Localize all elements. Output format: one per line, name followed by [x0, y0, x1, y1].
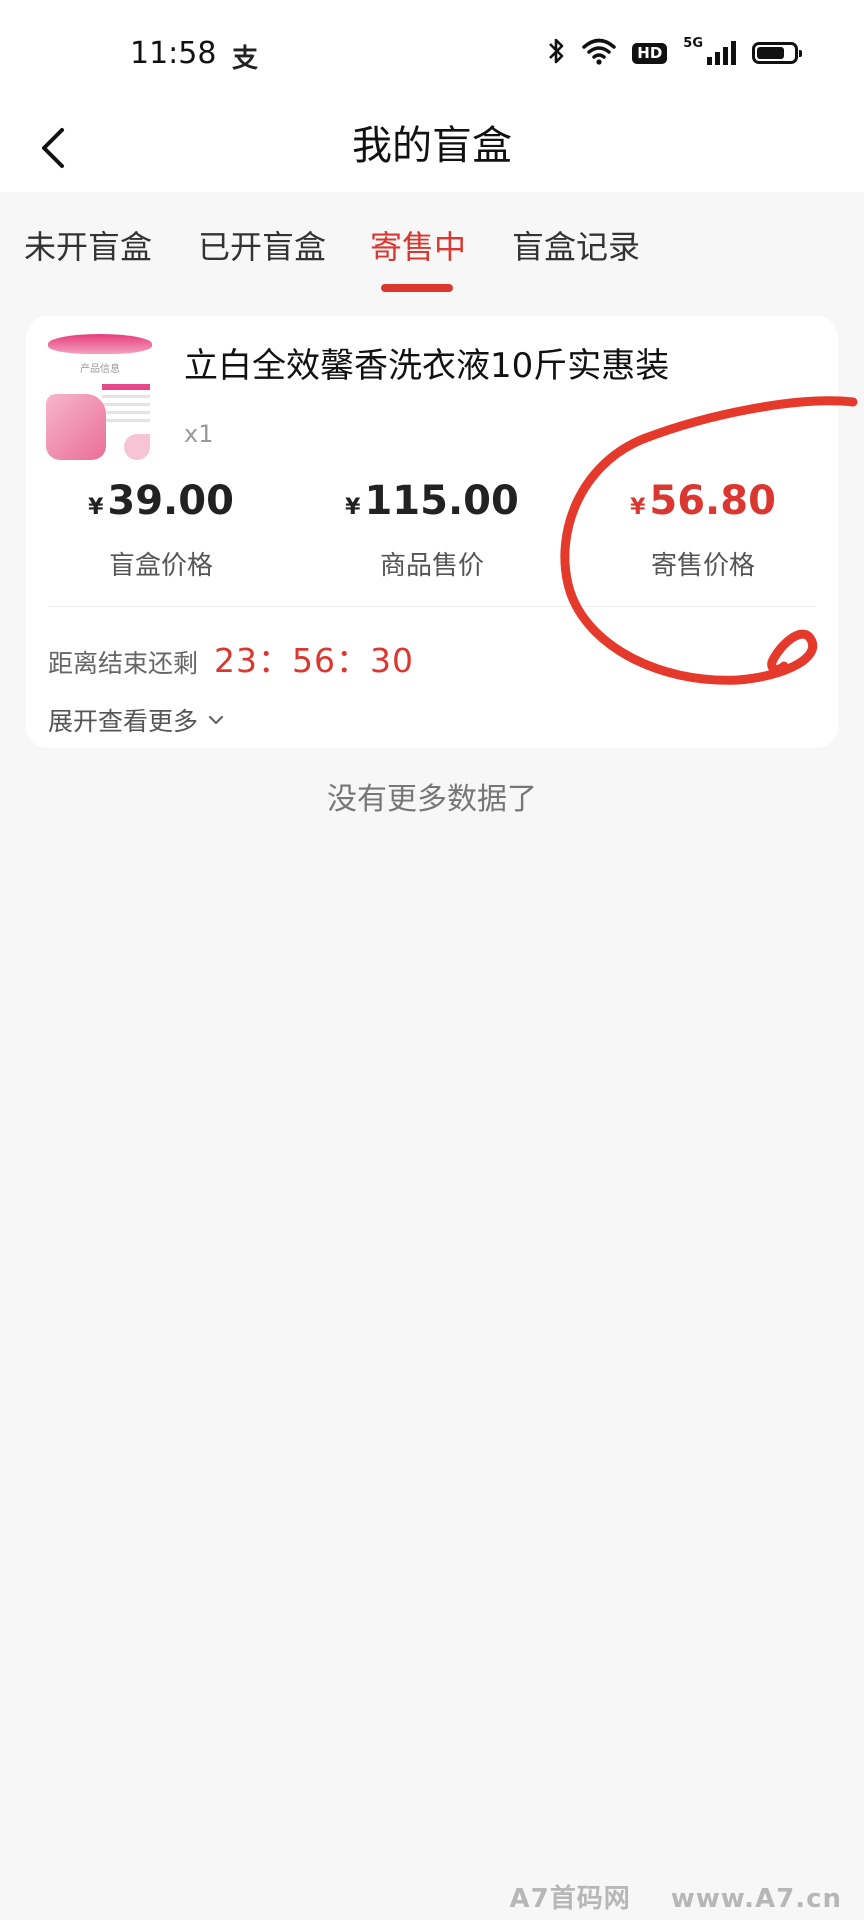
product-image: 产品信息 [44, 332, 156, 464]
divider [48, 606, 816, 607]
tab-bar: 未开盲盒 已开盲盒 寄售中 盲盒记录 [0, 206, 864, 296]
tab-records[interactable]: 盲盒记录 [512, 222, 640, 268]
no-more-data-text: 没有更多数据了 [327, 782, 537, 817]
bluetooth-icon [546, 36, 566, 71]
chevron-down-icon [208, 715, 224, 725]
consignment-card[interactable]: 产品信息 立白全效馨香洗衣液10斤实惠装 x1 ¥39.00 盲盒价格 ¥115… [26, 316, 838, 748]
tab-consignment[interactable]: 寄售中 [370, 222, 466, 268]
price-label: 寄售价格 [650, 551, 755, 581]
watermark-site: A7首码网 [509, 1884, 631, 1914]
price-label: 商品售价 [379, 551, 484, 581]
alipay-icon: 支 [232, 44, 259, 74]
price-value: 39.00 [107, 478, 234, 524]
watermark: A7首码网 www.A7.cn [509, 1878, 842, 1915]
status-icons: HD 5G [546, 35, 802, 71]
network-type: 5G [683, 35, 703, 51]
status-bar: 11:58 支 HD 5G [0, 0, 864, 96]
product-quantity: x1 [184, 420, 214, 448]
page-title: 我的盲盒 [352, 123, 512, 169]
blindbox-price: ¥39.00 盲盒价格 [26, 476, 296, 582]
price-label: 盲盒价格 [108, 551, 213, 581]
currency-symbol: ¥ [630, 495, 646, 520]
price-value: 56.80 [649, 478, 776, 524]
nav-bar: 我的盲盒 [0, 96, 864, 192]
countdown-timer: 23：56：30 [214, 641, 414, 680]
price-value: 115.00 [364, 478, 519, 524]
countdown-label: 距离结束还剩 [48, 649, 199, 678]
consignment-price: ¥56.80 寄售价格 [568, 476, 838, 582]
wifi-icon [582, 37, 617, 69]
signal-icon [707, 41, 736, 65]
product-name: 立白全效馨香洗衣液10斤实惠装 [184, 346, 670, 386]
active-tab-indicator [381, 284, 453, 292]
product-image-caption: 产品信息 [80, 364, 120, 375]
expand-more-button[interactable]: 展开查看更多 [48, 702, 226, 738]
hd-icon: HD [632, 42, 668, 64]
tab-opened[interactable]: 已开盲盒 [198, 222, 326, 268]
currency-symbol: ¥ [88, 495, 104, 520]
currency-symbol: ¥ [345, 495, 361, 520]
watermark-url: www.A7.cn [670, 1884, 842, 1914]
status-time: 11:58 [130, 36, 217, 71]
tab-unopened[interactable]: 未开盲盒 [24, 222, 152, 268]
battery-icon [752, 42, 802, 64]
product-price: ¥115.00 商品售价 [297, 476, 567, 582]
expand-more-label: 展开查看更多 [48, 707, 199, 736]
